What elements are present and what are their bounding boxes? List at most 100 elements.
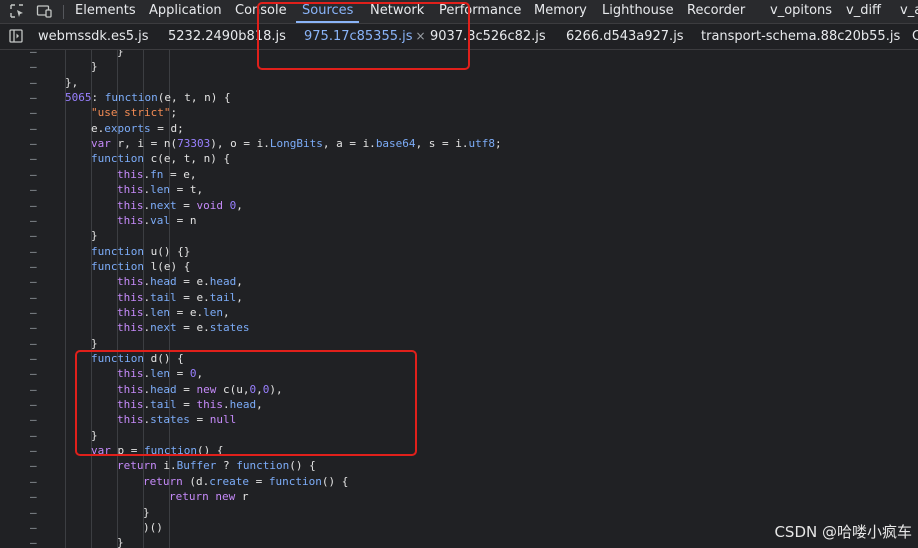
gutter-marker[interactable]: – bbox=[30, 428, 44, 443]
code-text: var r, i = n(73303), o = i.LongBits, a =… bbox=[91, 137, 502, 151]
tab-lighthouse[interactable]: Lighthouse bbox=[602, 0, 674, 23]
file-tab-webmssdk[interactable]: webmssdk.es5.js bbox=[38, 24, 149, 49]
code-editor[interactable]: –} –} –}, –5065: function(e, t, n) {– "use s… bbox=[0, 50, 918, 548]
code-text: 5065: function(e, t, n) { bbox=[65, 91, 231, 105]
code-line[interactable]: –} bbox=[0, 336, 918, 351]
gutter-marker[interactable]: – bbox=[30, 351, 44, 366]
gutter-marker[interactable]: – bbox=[30, 336, 44, 351]
code-text: return (d.create = function() { bbox=[143, 474, 349, 488]
code-text: function c(e, t, n) { bbox=[91, 152, 231, 166]
gutter-marker[interactable]: – bbox=[30, 397, 44, 412]
code-line[interactable]: – return (d.create = function() { bbox=[0, 474, 918, 489]
gutter-marker[interactable]: – bbox=[30, 458, 44, 473]
gutter-marker[interactable]: – bbox=[30, 182, 44, 197]
code-line[interactable]: – function l(e) { bbox=[0, 259, 918, 274]
gutter-marker[interactable]: – bbox=[30, 198, 44, 213]
gutter-marker[interactable]: – bbox=[30, 213, 44, 228]
gutter-marker[interactable]: – bbox=[30, 535, 44, 548]
gutter-marker[interactable]: – bbox=[30, 474, 44, 489]
gutter-marker[interactable]: – bbox=[30, 59, 44, 74]
code-text: this.head = e.head, bbox=[117, 275, 243, 289]
code-line[interactable]: – return new r bbox=[0, 489, 918, 504]
gutter-marker[interactable]: – bbox=[30, 443, 44, 458]
gutter-marker[interactable]: – bbox=[30, 520, 44, 535]
gutter-marker[interactable]: – bbox=[30, 382, 44, 397]
code-text: this.next = e.states bbox=[117, 321, 250, 335]
annotation-box-file-tab bbox=[257, 2, 470, 70]
toolbar-divider bbox=[63, 5, 64, 19]
toggle-navigator-icon[interactable] bbox=[9, 29, 23, 43]
gutter-marker[interactable]: – bbox=[30, 290, 44, 305]
code-line[interactable]: –} bbox=[0, 228, 918, 243]
code-line[interactable]: – "use strict"; bbox=[0, 105, 918, 120]
code-text: function u() {} bbox=[91, 244, 191, 258]
gutter-marker[interactable]: – bbox=[30, 505, 44, 520]
code-text: } bbox=[91, 60, 98, 74]
code-line[interactable]: – var r, i = n(73303), o = i.LongBits, a … bbox=[0, 136, 918, 151]
tab-application[interactable]: Application bbox=[149, 0, 222, 23]
code-line[interactable]: – 5065: function(e, t, n) { bbox=[0, 90, 918, 105]
gutter-marker[interactable]: – bbox=[30, 50, 44, 59]
code-line[interactable]: – this.next = void 0, bbox=[0, 198, 918, 213]
gutter-marker[interactable]: – bbox=[30, 305, 44, 320]
gutter-marker[interactable]: – bbox=[30, 167, 44, 182]
gutter-marker[interactable]: – bbox=[30, 228, 44, 243]
code-line[interactable]: – this.next = e.states bbox=[0, 320, 918, 335]
code-text: this.tail = e.tail, bbox=[117, 290, 243, 304]
code-line[interactable]: – return i.Buffer ? function() { bbox=[0, 458, 918, 473]
code-line[interactable]: – function u() {} bbox=[0, 244, 918, 259]
gutter-marker[interactable]: – bbox=[30, 489, 44, 504]
code-text: return new r bbox=[169, 490, 249, 504]
tab-v-opitons[interactable]: v_opitons bbox=[770, 0, 832, 23]
gutter-marker[interactable]: – bbox=[30, 75, 44, 90]
code-text: )() bbox=[143, 520, 163, 534]
inspect-element-icon[interactable] bbox=[9, 3, 25, 19]
code-text: function l(e) { bbox=[91, 259, 191, 273]
code-text: this.len = t, bbox=[117, 183, 204, 197]
gutter-marker[interactable]: – bbox=[30, 320, 44, 335]
file-tab-transport-schema[interactable]: transport-schema.88c20b55.js bbox=[701, 24, 900, 49]
gutter-marker[interactable]: – bbox=[30, 151, 44, 166]
code-text: "use strict"; bbox=[91, 106, 178, 120]
code-line[interactable]: – this.fn = e, bbox=[0, 167, 918, 182]
file-tab-6266[interactable]: 6266.d543a927.js bbox=[566, 24, 684, 49]
code-line[interactable]: – e.exports = d; bbox=[0, 121, 918, 136]
gutter-marker[interactable]: – bbox=[30, 90, 44, 105]
annotation-box-function-d bbox=[75, 350, 417, 456]
tab-elements[interactable]: Elements bbox=[75, 0, 136, 23]
code-text: } bbox=[117, 50, 124, 58]
gutter-marker[interactable]: – bbox=[30, 274, 44, 289]
code-text: }, bbox=[65, 75, 79, 89]
gutter-marker[interactable]: – bbox=[30, 244, 44, 259]
code-line[interactable]: – function c(e, t, n) { bbox=[0, 151, 918, 166]
code-text: return i.Buffer ? function() { bbox=[117, 459, 316, 473]
gutter-marker[interactable]: – bbox=[30, 366, 44, 381]
gutter-marker[interactable]: – bbox=[30, 105, 44, 120]
tab-v-a[interactable]: v_a bbox=[900, 0, 918, 23]
code-text: this.fn = e, bbox=[117, 167, 197, 181]
code-line[interactable]: –}, bbox=[0, 75, 918, 90]
code-line[interactable]: – this.tail = e.tail, bbox=[0, 290, 918, 305]
code-text: } bbox=[117, 536, 124, 548]
code-text: this.len = e.len, bbox=[117, 305, 230, 319]
code-text: } bbox=[91, 229, 98, 243]
file-tab-overflow[interactable]: C bbox=[912, 24, 918, 49]
code-line[interactable]: –} bbox=[0, 505, 918, 520]
code-line[interactable]: – this.len = e.len, bbox=[0, 305, 918, 320]
code-line[interactable]: – this.len = t, bbox=[0, 182, 918, 197]
tab-recorder[interactable]: Recorder bbox=[687, 0, 745, 23]
code-text: this.val = n bbox=[117, 213, 197, 227]
code-text: } bbox=[91, 336, 98, 350]
code-text: } bbox=[143, 505, 150, 519]
device-toolbar-icon[interactable] bbox=[36, 3, 52, 19]
gutter-marker[interactable]: – bbox=[30, 412, 44, 427]
tab-v-diff[interactable]: v_diff bbox=[846, 0, 881, 23]
gutter-marker[interactable]: – bbox=[30, 259, 44, 274]
code-line[interactable]: – this.val = n bbox=[0, 213, 918, 228]
tab-memory[interactable]: Memory bbox=[534, 0, 587, 23]
watermark: CSDN @哈喽小疯车 bbox=[774, 523, 912, 541]
code-line[interactable]: – this.head = e.head, bbox=[0, 274, 918, 289]
gutter-marker[interactable]: – bbox=[30, 121, 44, 136]
gutter-marker[interactable]: – bbox=[30, 136, 44, 151]
code-text: e.exports = d; bbox=[91, 121, 184, 135]
